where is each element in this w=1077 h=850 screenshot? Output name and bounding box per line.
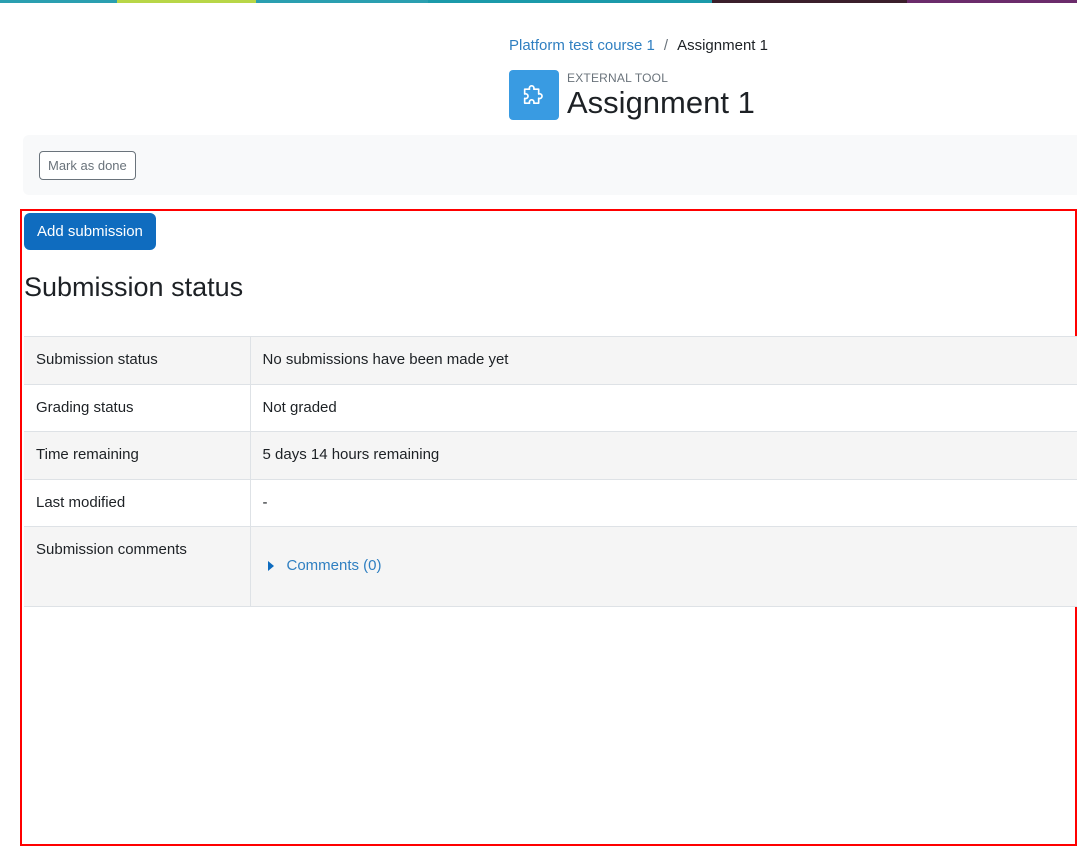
table-row: Last modified - (24, 479, 1077, 527)
brand-bar-segment (0, 0, 117, 3)
submission-status-heading: Submission status (24, 272, 244, 302)
row-value: 5 days 14 hours remaining (250, 431, 1077, 480)
activity-type-label: External tool (567, 71, 669, 85)
row-label: Submission status (24, 336, 251, 385)
brand-bar-segment (907, 0, 1077, 3)
breadcrumb: Platform test course 1 / Assignment 1 (509, 37, 768, 54)
row-label: Last modified (24, 479, 251, 527)
row-value: - (250, 479, 1077, 527)
breadcrumb-course-link[interactable]: Platform test course 1 (509, 37, 655, 54)
table-row: Grading status Not graded (24, 384, 1077, 432)
row-value: Not graded (250, 384, 1077, 432)
brand-bar-segment (428, 0, 712, 3)
breadcrumb-current: Assignment 1 (677, 37, 768, 54)
row-label: Time remaining (24, 431, 251, 480)
mark-as-done-button[interactable]: Mark as done (39, 151, 136, 180)
table-row: Submission comments Comments (0) (24, 526, 1077, 607)
comments-link[interactable]: Comments (0) (287, 557, 382, 574)
breadcrumb-separator: / (663, 37, 669, 54)
brand-bar-segment (256, 0, 428, 3)
row-value: Comments (0) (250, 526, 1077, 607)
brand-color-bar (0, 0, 1077, 3)
table-row: Submission status No submissions have be… (24, 336, 1077, 385)
caret-right-icon (267, 560, 274, 571)
table-row: Time remaining 5 days 14 hours remaining (24, 431, 1077, 480)
brand-bar-segment (117, 0, 256, 3)
comments-toggle[interactable]: Comments (0) (263, 557, 382, 574)
submission-status-table: Submission status No submissions have be… (24, 336, 1077, 607)
row-label: Submission comments (24, 526, 251, 607)
page-title: Assignment 1 (567, 85, 755, 120)
brand-bar-segment (712, 0, 907, 3)
row-value: No submissions have been made yet (250, 336, 1077, 385)
puzzle-icon (509, 70, 559, 120)
activity-completion-bar: Mark as done (23, 135, 1077, 195)
add-submission-button[interactable]: Add submission (24, 213, 156, 250)
row-label: Grading status (24, 384, 251, 432)
